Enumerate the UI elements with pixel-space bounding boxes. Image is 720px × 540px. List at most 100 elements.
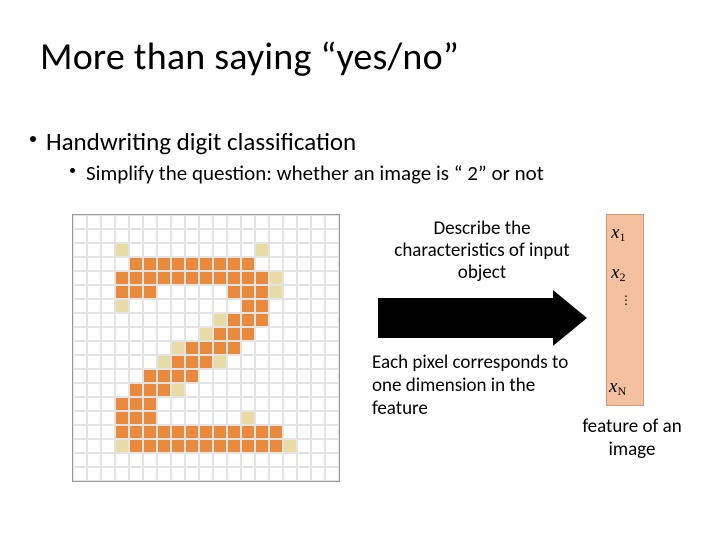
pixel-cell <box>213 257 227 271</box>
pixel-cell <box>213 243 227 257</box>
pixel-cell <box>129 355 143 369</box>
pixel-cell <box>269 369 283 383</box>
pixel-cell <box>199 313 213 327</box>
pixel-cell <box>171 327 185 341</box>
pixel-cell <box>101 411 115 425</box>
pixel-cell <box>129 285 143 299</box>
pixel-cell <box>129 411 143 425</box>
pixel-cell <box>255 215 269 229</box>
pixel-cell <box>213 411 227 425</box>
pixel-cell <box>241 257 255 271</box>
pixel-cell <box>213 439 227 453</box>
pixel-cell <box>171 229 185 243</box>
pixel-cell <box>199 299 213 313</box>
pixel-cell <box>241 439 255 453</box>
pixel-cell <box>269 439 283 453</box>
pixel-cell <box>213 467 227 481</box>
pixel-cell <box>325 243 339 257</box>
pixel-cell <box>87 383 101 397</box>
pixel-cell <box>283 299 297 313</box>
pixel-cell <box>87 257 101 271</box>
pixel-cell <box>297 355 311 369</box>
pixel-cell <box>157 369 171 383</box>
pixel-cell <box>241 285 255 299</box>
pixel-cell <box>171 243 185 257</box>
pixel-cell <box>185 243 199 257</box>
pixel-cell <box>87 313 101 327</box>
pixel-cell <box>227 439 241 453</box>
pixel-cell <box>199 229 213 243</box>
pixel-cell <box>101 327 115 341</box>
pixel-cell <box>185 257 199 271</box>
pixel-cell <box>311 313 325 327</box>
pixel-cell <box>199 257 213 271</box>
pixel-cell <box>311 397 325 411</box>
pixel-cell <box>283 355 297 369</box>
pixel-cell <box>227 411 241 425</box>
bullet-level-2: Simplify the question: whether an image … <box>86 160 544 186</box>
pixel-cell <box>297 215 311 229</box>
pixel-cell <box>73 229 87 243</box>
pixel-cell <box>213 369 227 383</box>
pixel-cell <box>269 313 283 327</box>
pixel-cell <box>101 467 115 481</box>
pixel-cell <box>143 411 157 425</box>
pixel-cell <box>241 327 255 341</box>
pixel-cell <box>143 341 157 355</box>
pixel-cell <box>255 425 269 439</box>
pixel-cell <box>73 341 87 355</box>
pixel-cell <box>129 439 143 453</box>
pixel-cell <box>297 341 311 355</box>
pixel-cell <box>227 313 241 327</box>
pixel-cell <box>213 313 227 327</box>
pixel-cell <box>101 243 115 257</box>
pixel-cell <box>241 453 255 467</box>
pixel-cell <box>199 327 213 341</box>
pixel-cell <box>73 453 87 467</box>
pixel-cell <box>283 383 297 397</box>
pixel-cell <box>297 369 311 383</box>
pixel-cell <box>157 229 171 243</box>
arrow-icon <box>378 298 588 338</box>
pixel-cell <box>73 369 87 383</box>
pixel-cell <box>199 369 213 383</box>
pixel-cell <box>283 215 297 229</box>
pixel-cell <box>115 425 129 439</box>
pixel-cell <box>199 453 213 467</box>
pixel-cell <box>101 383 115 397</box>
pixel-cell <box>87 285 101 299</box>
pixel-cell <box>157 355 171 369</box>
feature-ellipsis-icon: ⋮ <box>620 300 630 303</box>
pixel-cell <box>297 271 311 285</box>
pixel-cell <box>241 425 255 439</box>
pixel-cell <box>311 341 325 355</box>
pixel-cell <box>255 341 269 355</box>
pixel-cell <box>283 313 297 327</box>
pixel-cell <box>325 327 339 341</box>
pixel-cell <box>185 285 199 299</box>
pixel-cell <box>129 327 143 341</box>
pixel-cell <box>255 257 269 271</box>
pixel-cell <box>227 243 241 257</box>
pixel-cell <box>73 383 87 397</box>
pixel-cell <box>157 243 171 257</box>
pixel-cell <box>297 425 311 439</box>
pixel-cell <box>199 243 213 257</box>
pixel-cell <box>311 439 325 453</box>
pixel-cell <box>171 439 185 453</box>
pixel-cell <box>311 243 325 257</box>
pixel-cell <box>255 229 269 243</box>
pixel-cell <box>213 327 227 341</box>
pixel-cell <box>171 355 185 369</box>
pixel-cell <box>241 411 255 425</box>
pixel-cell <box>115 299 129 313</box>
pixel-cell <box>101 397 115 411</box>
pixel-cell <box>143 397 157 411</box>
pixel-cell <box>115 453 129 467</box>
pixel-cell <box>101 439 115 453</box>
pixel-cell <box>87 397 101 411</box>
pixel-cell <box>73 285 87 299</box>
pixel-cell <box>129 453 143 467</box>
pixel-cell <box>157 467 171 481</box>
pixel-cell <box>101 229 115 243</box>
